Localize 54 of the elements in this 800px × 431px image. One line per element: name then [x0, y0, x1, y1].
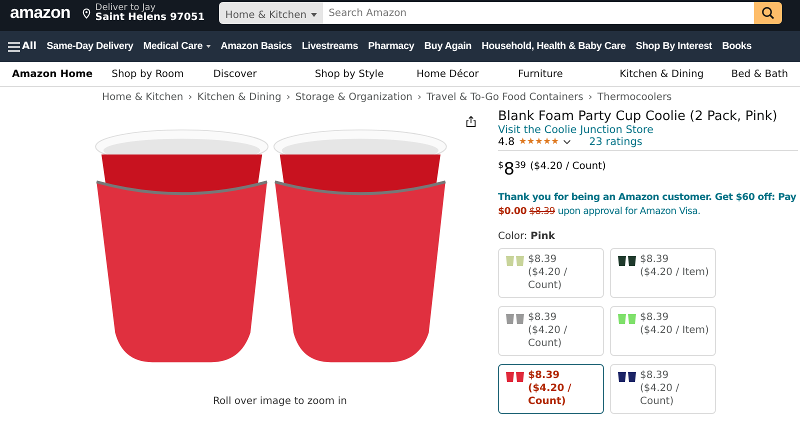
zoom-hint: Roll over image to zoom in	[213, 396, 347, 407]
search-icon	[761, 6, 775, 20]
store-nav-link[interactable]: Discover	[213, 68, 315, 80]
ratings-count-link[interactable]: 23 ratings	[589, 136, 642, 148]
store-nav-link[interactable]: Shop by Style	[314, 68, 416, 80]
breadcrumb-link[interactable]: Kitchen & Dining	[197, 92, 282, 102]
color-option[interactable]: $8.39 ($4.20 / Count)	[498, 248, 604, 298]
share-icon[interactable]	[466, 115, 476, 128]
nav-link[interactable]: Shop By Interest	[636, 41, 712, 52]
store-home-link[interactable]: Amazon Home	[12, 68, 112, 80]
breadcrumb-separator: ›	[286, 92, 290, 102]
breadcrumb-separator: ›	[418, 92, 422, 102]
nav-link[interactable]: Household, Health & Baby Care	[482, 41, 626, 52]
store-nav-link[interactable]: Bed & Bath	[731, 68, 788, 80]
store-nav-link[interactable]: Kitchen & Dining	[620, 68, 722, 80]
color-option[interactable]: $8.39 ($4.20 / Count)	[610, 364, 716, 414]
color-option[interactable]: $8.39 ($4.20 / Item)	[610, 306, 716, 356]
nav-link[interactable]: Amazon Basics	[220, 41, 292, 52]
search-field[interactable]: Search Amazon	[322, 2, 754, 24]
breadcrumb-separator: ›	[588, 92, 592, 102]
logo[interactable]: amazon	[10, 3, 70, 23]
menu-icon	[8, 42, 20, 52]
price: $^{$}$8$^{39}$	[498, 158, 526, 179]
breadcrumb-link[interactable]: Home & Kitchen	[102, 92, 184, 102]
store-nav-link[interactable]: Shop by Room	[112, 68, 214, 80]
deliver-to-label: Deliver to Jay	[95, 4, 156, 13]
color-option[interactable]: $8.39 ($4.20 / Item)	[610, 248, 716, 298]
search-button[interactable]	[754, 2, 782, 24]
breadcrumb-link[interactable]: Travel & To-Go Food Containers	[426, 92, 584, 102]
color-option[interactable]: $8.39 ($4.20 / Count)	[498, 364, 604, 414]
card-offer-text: Thank you for being an Amazon customer. Get $60 off: Pay $0.00 $8.39 upon approval for Amazon Visa.	[498, 190, 798, 219]
rating-value: 4.8	[498, 136, 515, 148]
product-title: Blank Foam Party Cup Coolie (2 Pack, Pink)	[498, 109, 778, 124]
chevron-down-icon[interactable]	[563, 139, 572, 145]
nav-link[interactable]: Same-Day Delivery	[46, 41, 134, 52]
all-menu-button[interactable]: All	[8, 41, 37, 52]
store-link[interactable]: Visit the Coolie Junction Store	[498, 124, 798, 136]
breadcrumb-separator: ›	[188, 92, 192, 102]
store-nav-link[interactable]: Home Décor	[416, 68, 518, 80]
search-category-dropdown[interactable]: Home & Kitchen	[219, 2, 323, 24]
unit-price: ($4.20 / Count)	[530, 161, 606, 172]
nav-link[interactable]: Medical Care	[143, 41, 211, 52]
color-option[interactable]: $8.39 ($4.20 / Count)	[498, 306, 604, 356]
breadcrumb-link[interactable]: Thermocoolers	[597, 92, 672, 102]
nav-link[interactable]: Books	[722, 41, 752, 52]
delivery-location[interactable]: Saint Helens 97051	[95, 13, 216, 22]
selected-color-label: Color: Pink	[498, 230, 556, 242]
nav-link[interactable]: Livestreams	[302, 41, 358, 52]
location-pin-icon	[82, 8, 92, 18]
breadcrumb-link[interactable]: Storage & Organization	[295, 92, 413, 102]
nav-link[interactable]: Buy Again	[424, 41, 472, 52]
caret-icon	[310, 13, 317, 17]
nav-link[interactable]: Pharmacy	[368, 41, 414, 52]
store-nav-link[interactable]: Furniture	[518, 68, 620, 80]
